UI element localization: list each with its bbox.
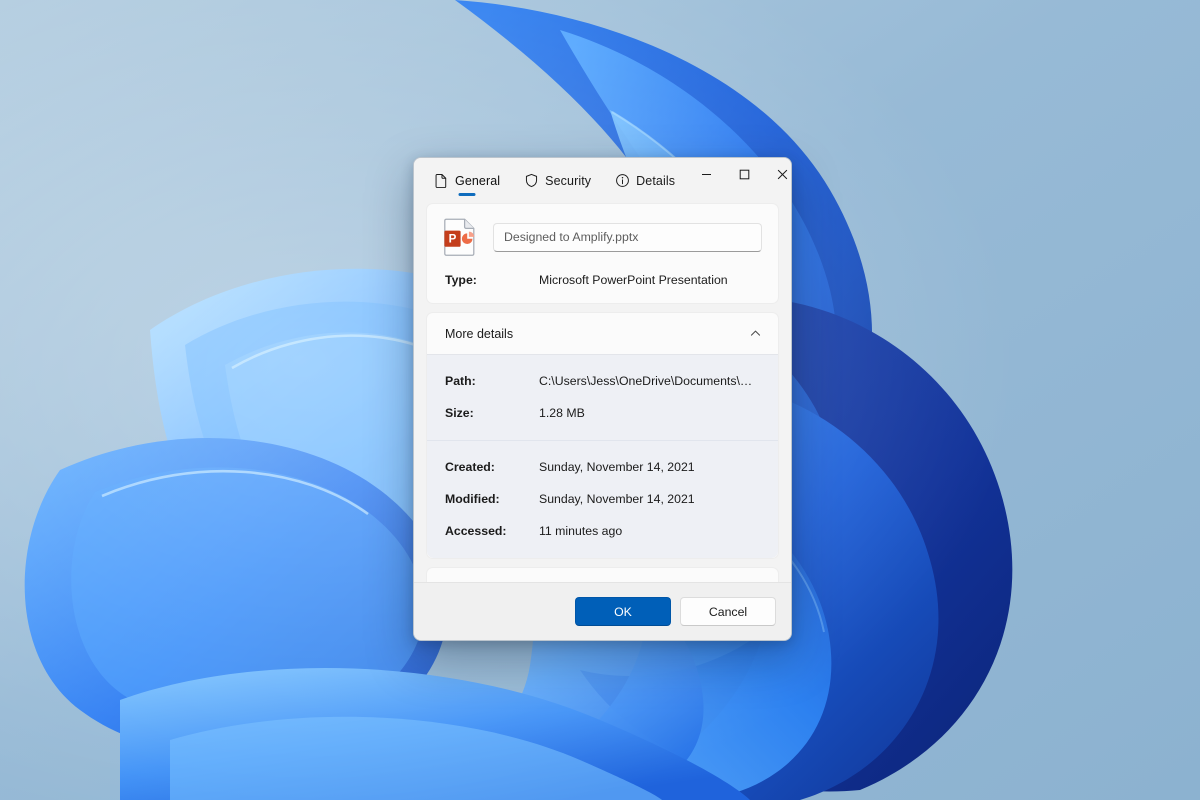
window-controls <box>687 158 791 190</box>
accessed-value: 11 minutes ago <box>539 524 623 538</box>
maximize-button[interactable] <box>725 158 763 190</box>
size-value: 1.28 MB <box>539 406 585 420</box>
cancel-button[interactable]: Cancel <box>680 597 776 626</box>
detail-row-created: Created: Sunday, November 14, 2021 <box>427 451 778 483</box>
path-value: C:\Users\Jess\OneDrive\Documents\Projec… <box>539 374 760 388</box>
attributes-card: Attributes <box>426 567 779 582</box>
size-label: Size: <box>445 406 474 420</box>
created-value: Sunday, November 14, 2021 <box>539 460 695 474</box>
detail-group-location: Path: C:\Users\Jess\OneDrive\Documents\P… <box>427 355 778 440</box>
dialog-body: P Type: Microsoft PowerPoint Presentatio… <box>414 203 791 582</box>
shield-icon <box>526 173 538 188</box>
tab-general[interactable]: General <box>422 158 512 203</box>
file-type-row: Type: Microsoft PowerPoint Presentation <box>443 273 762 287</box>
tab-security[interactable]: Security <box>512 158 603 203</box>
detail-row-accessed: Accessed: 11 minutes ago <box>427 515 778 547</box>
desktop-background: General Security Details P Designed to A… <box>0 0 1200 800</box>
created-label: Created: <box>445 460 495 474</box>
maximize-icon <box>739 169 749 179</box>
tab-details[interactable]: Details <box>603 158 687 203</box>
attributes-expander[interactable]: Attributes <box>427 568 778 582</box>
file-name-input[interactable] <box>493 222 762 252</box>
minimize-icon <box>701 173 711 175</box>
tab-general-label: General <box>455 173 501 188</box>
close-icon <box>777 169 787 179</box>
file-type-label: Type: <box>445 273 477 287</box>
tab-security-label: Security <box>545 173 592 188</box>
accessed-label: Accessed: <box>445 524 507 538</box>
powerpoint-file-icon: P <box>444 218 475 256</box>
file-name-row: P <box>443 218 762 256</box>
dialog-titlebar: General Security Details <box>414 158 791 203</box>
document-icon <box>435 174 447 188</box>
detail-group-dates: Created: Sunday, November 14, 2021 Modif… <box>427 440 778 558</box>
more-details-expander[interactable]: More details <box>427 313 778 354</box>
close-button[interactable] <box>763 158 791 190</box>
modified-label: Modified: <box>445 492 500 506</box>
detail-row-size: Size: 1.28 MB <box>427 397 778 429</box>
file-properties-dialog: General Security Details P Designed to A… <box>413 157 792 641</box>
ok-button[interactable]: OK <box>575 597 671 626</box>
chevron-up-icon <box>750 330 761 336</box>
more-details-panel: Path: C:\Users\Jess\OneDrive\Documents\P… <box>427 354 778 558</box>
detail-row-modified: Modified: Sunday, November 14, 2021 <box>427 483 778 515</box>
file-summary-card: P Type: Microsoft PowerPoint Presentatio… <box>426 203 779 304</box>
detail-row-path: Path: C:\Users\Jess\OneDrive\Documents\P… <box>427 365 778 397</box>
more-details-card: More details Path: C:\Users\Jess\OneDriv… <box>426 312 779 559</box>
file-type-value: Microsoft PowerPoint Presentation <box>539 273 728 287</box>
minimize-button[interactable] <box>687 158 725 190</box>
tab-strip: General Security Details <box>422 158 687 203</box>
info-icon <box>616 174 630 187</box>
modified-value: Sunday, November 14, 2021 <box>539 492 695 506</box>
tab-details-label: Details <box>636 173 676 188</box>
dialog-footer: OK Cancel <box>414 582 791 640</box>
more-details-title: More details <box>445 326 514 341</box>
path-label: Path: <box>445 374 476 388</box>
svg-text:P: P <box>449 232 457 245</box>
